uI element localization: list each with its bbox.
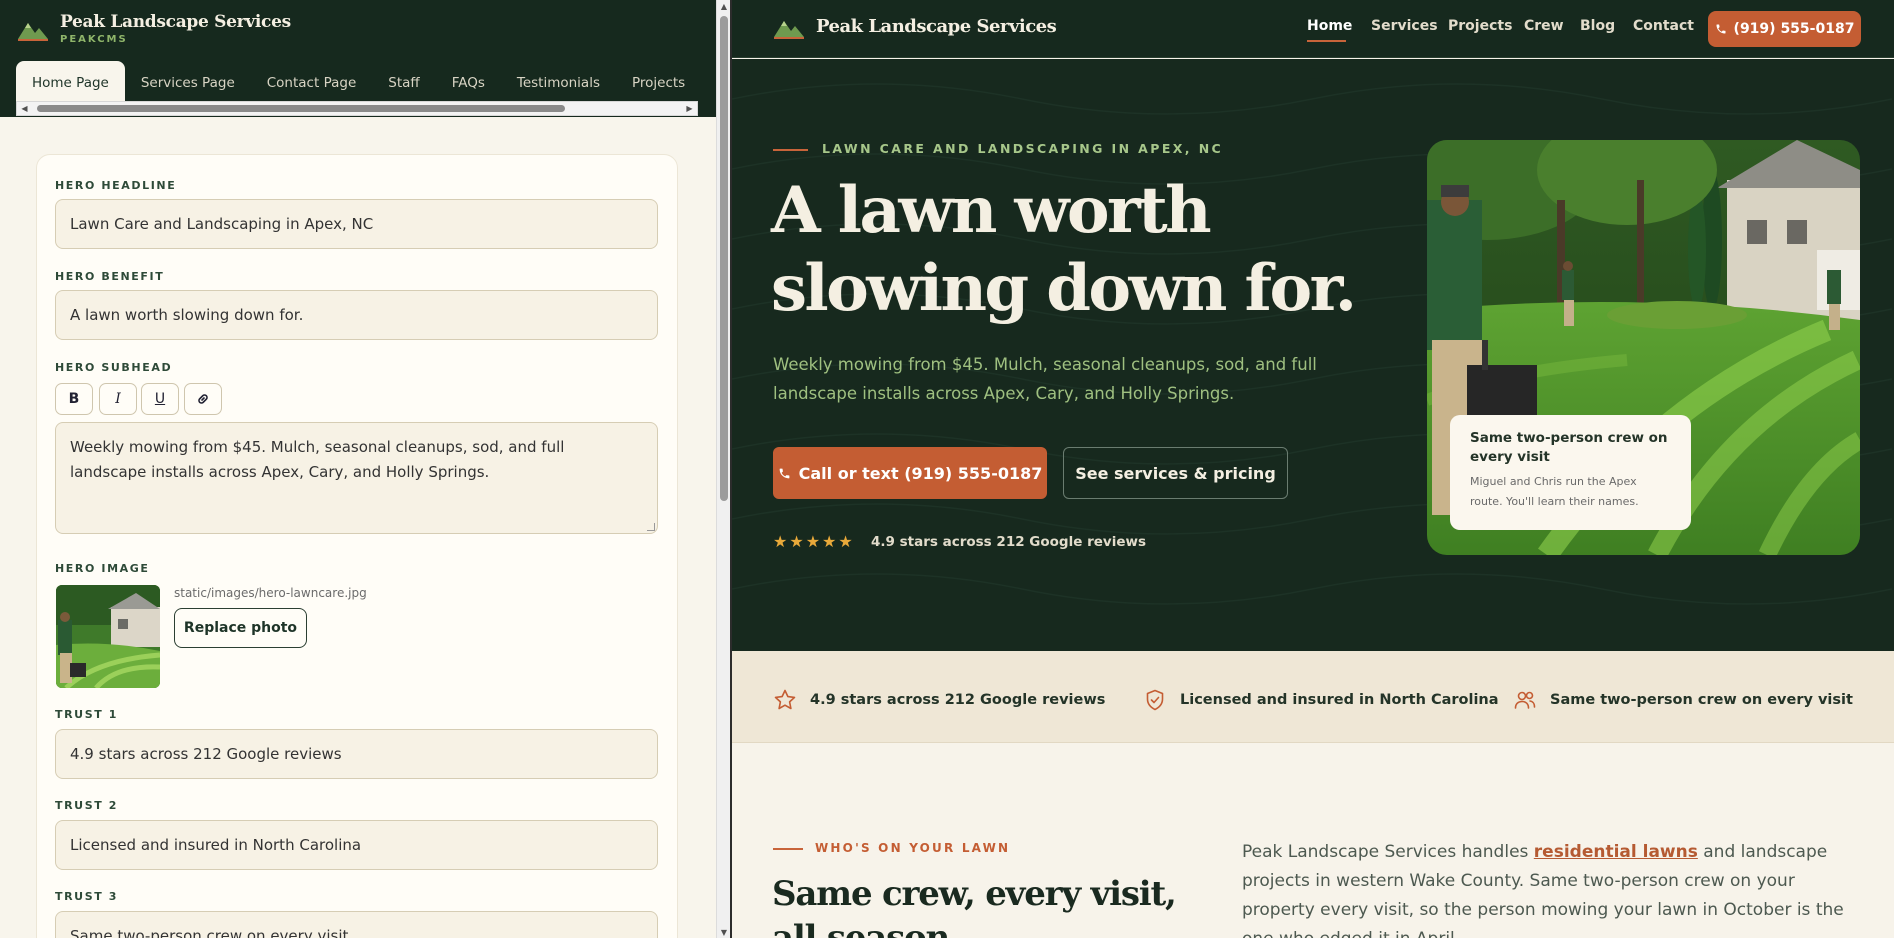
trust-item-licensed: Licensed and insured in North Carolina [1142, 687, 1499, 713]
hero-benefit-label: HERO BENEFIT [55, 270, 165, 283]
residential-lawns-link[interactable]: residential lawns [1534, 842, 1698, 862]
trust-bar: 4.9 stars across 212 Google reviews Lice… [732, 651, 1894, 743]
hero-rating-text: 4.9 stars across 212 Google reviews [871, 534, 1146, 550]
tabs-horizontal-scrollbar[interactable]: ◀ ▶ [16, 101, 698, 116]
underline-button[interactable]: U [141, 383, 179, 415]
tab-home-page[interactable]: Home Page [16, 61, 125, 105]
trust-1-label: TRUST 1 [55, 708, 119, 721]
about-title: Same crew, every visit, all season. [772, 874, 1177, 938]
editor-header: Peak Landscape Services PEAKCMS Home Pag… [0, 0, 716, 117]
trust-1-input[interactable]: 4.9 stars across 212 Google reviews [55, 729, 658, 779]
cms-editor-panel: Peak Landscape Services PEAKCMS Home Pag… [0, 0, 716, 938]
phone-icon [1716, 24, 1726, 34]
photo-card-title: Same two-person crew on every visit [1470, 430, 1668, 465]
nav-contact[interactable]: Contact [1633, 18, 1694, 34]
see-services-button[interactable]: See services & pricing [1063, 447, 1288, 499]
shield-check-icon [1142, 687, 1168, 713]
nav-services[interactable]: Services [1371, 18, 1438, 34]
star-rating-icon: ★★★★★ [773, 532, 855, 551]
bold-button[interactable]: B [55, 383, 93, 415]
hero-subhead-textarea[interactable]: Weekly mowing from $45. Mulch, seasonal … [55, 422, 658, 534]
editor-brand: Peak Landscape Services [60, 12, 291, 32]
italic-button[interactable]: I [99, 383, 137, 415]
nav-crew[interactable]: Crew [1524, 18, 1564, 34]
lawn-photo-thumbnail [56, 585, 160, 688]
star-icon [772, 687, 798, 713]
hero-subhead: Weekly mowing from $45. Mulch, seasonal … [773, 355, 1317, 403]
tab-services-page[interactable]: Services Page [125, 61, 251, 105]
replace-photo-button[interactable]: Replace photo [174, 608, 307, 648]
hero-eyebrow-rule [773, 149, 808, 151]
tab-projects[interactable]: Projects [616, 61, 701, 105]
editor-subbrand: PEAKCMS [60, 34, 128, 45]
call-or-text-button[interactable]: Call or text (919) 555-0187 [773, 447, 1047, 499]
hero-eyebrow: LAWN CARE AND LANDSCAPING IN APEX, NC [822, 141, 1224, 156]
trust-text-crew: Same two-person crew on every visit [1550, 692, 1853, 708]
hero-image-label: HERO IMAGE [55, 562, 150, 575]
page-tabs: Home Page Services Page Contact Page Sta… [16, 61, 701, 105]
site-navbar: Peak Landscape Services Home Services Pr… [732, 0, 1894, 58]
hero-headline-label: HERO HEADLINE [55, 179, 177, 192]
editor-vertical-scrollbar[interactable]: ▲ ▼ [716, 0, 730, 938]
scroll-right-icon[interactable]: ▶ [682, 102, 697, 115]
photo-card-description: Miguel and Chris run the Apex route. You… [1470, 475, 1639, 508]
trust-2-label: TRUST 2 [55, 799, 119, 812]
hero-benefit-input[interactable]: A lawn worth slowing down for. [55, 290, 658, 340]
about-eyebrow-rule [773, 848, 803, 850]
nav-blog[interactable]: Blog [1580, 18, 1615, 34]
hero-headline-input[interactable]: Lawn Care and Landscaping in Apex, NC [55, 199, 658, 249]
scroll-left-icon[interactable]: ◀ [17, 102, 32, 115]
hero-headline: A lawn worth slowing down for. [771, 173, 1357, 326]
nav-active-indicator [1307, 40, 1346, 42]
phone-icon [779, 468, 789, 478]
about-eyebrow: WHO'S ON YOUR LAWN [815, 841, 1011, 855]
link-button[interactable] [184, 383, 222, 415]
tab-contact-page[interactable]: Contact Page [251, 61, 373, 105]
trust-text-reviews: 4.9 stars across 212 Google reviews [810, 692, 1106, 708]
vertical-scrollbar-thumb[interactable] [720, 16, 728, 501]
site-brand[interactable]: Peak Landscape Services [816, 16, 1057, 37]
resize-grip-icon[interactable] [647, 523, 655, 531]
trust-text-licensed: Licensed and insured in North Carolina [1180, 692, 1499, 708]
hero-image-path: static/images/hero-lawncare.jpg [174, 586, 367, 600]
scroll-up-icon[interactable]: ▲ [717, 0, 731, 12]
trust-3-label: TRUST 3 [55, 890, 119, 903]
tab-testimonials[interactable]: Testimonials [501, 61, 616, 105]
link-icon [198, 394, 208, 404]
about-body-prefix: Peak Landscape Services handles [1242, 842, 1534, 862]
hero-subhead-text: Weekly mowing from $45. Mulch, seasonal … [70, 438, 565, 481]
nav-home[interactable]: Home [1307, 18, 1352, 34]
about-body: Peak Landscape Services handles resident… [1242, 838, 1862, 938]
hero-image-thumbnail [56, 585, 160, 688]
mountain-logo-icon [774, 21, 804, 39]
mountain-logo-icon [18, 23, 48, 41]
trust-2-input[interactable]: Licensed and insured in North Carolina [55, 820, 658, 870]
nav-call-button[interactable]: (919) 555-0187 [1708, 11, 1861, 47]
trust-item-crew: Same two-person crew on every visit [1512, 687, 1853, 713]
call-or-text-label: Call or text (919) 555-0187 [798, 463, 1043, 483]
scrollbar-thumb[interactable] [37, 105, 565, 112]
tab-faqs[interactable]: FAQs [436, 61, 501, 105]
crew-photo-card: Same two-person crew on every visit Migu… [1450, 415, 1691, 530]
site-preview: Peak Landscape Services Home Services Pr… [732, 0, 1894, 938]
scroll-down-icon[interactable]: ▼ [717, 926, 731, 938]
tab-staff[interactable]: Staff [372, 61, 435, 105]
users-icon [1512, 687, 1538, 713]
trust-item-reviews: 4.9 stars across 212 Google reviews [772, 687, 1105, 713]
hero-subhead-label: HERO SUBHEAD [55, 361, 173, 374]
nav-projects[interactable]: Projects [1448, 18, 1512, 34]
trust-3-input[interactable]: Same two-person crew on every visit [55, 911, 658, 938]
nav-phone-label: (919) 555-0187 [1733, 21, 1855, 37]
